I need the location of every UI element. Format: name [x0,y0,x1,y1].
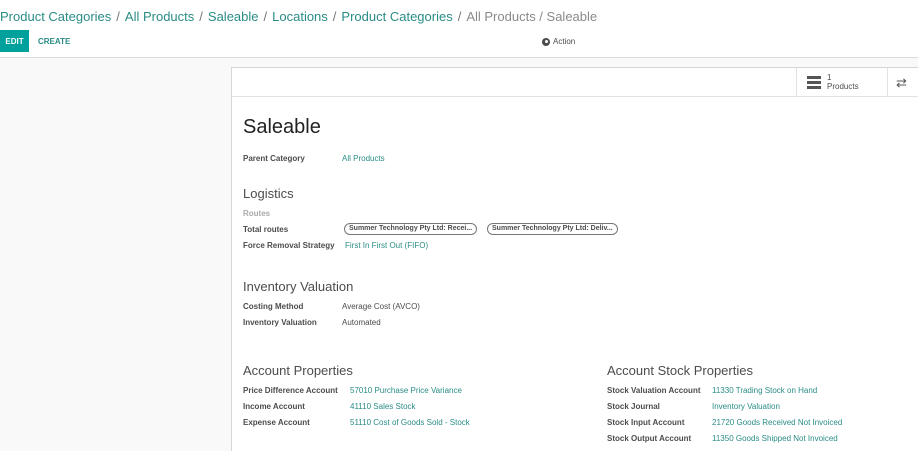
breadcrumb-saleable[interactable]: Saleable [208,9,259,24]
inventory-valuation-label: Inventory Valuation [243,318,317,327]
breadcrumb-separator: / [199,9,203,24]
breadcrumb-separator: / [332,9,337,24]
costing-method-label: Costing Method [243,302,304,311]
breadcrumb-separator: / [457,9,462,24]
control-panel: Product Categories / All Products / Saleable… [0,0,918,58]
expense-account-label: Expense Account [243,418,310,427]
logistics-heading: Logistics [243,186,294,201]
edit-button[interactable]: EDIT [0,30,29,52]
products-stat-button[interactable]: 1 Products [796,68,888,96]
breadcrumb-current: All Products / Saleable [466,9,598,24]
income-account-value[interactable]: 41110 Sales Stock [350,402,416,411]
stock-output-account-label: Stock Output Account [607,434,692,443]
breadcrumb-separator: / [116,9,120,24]
income-account-label: Income Account [243,402,305,411]
button-box: 1 Products ⇄ [232,68,918,97]
stock-valuation-account-label: Stock Valuation Account [607,386,701,395]
action-menu[interactable]: Action [542,37,575,46]
removal-strategy-value[interactable]: First In First Out (FIFO) [345,241,428,250]
record-title: Saleable [243,116,321,138]
price-difference-account-label: Price Difference Account [243,386,338,395]
products-count: 1 [827,73,832,82]
action-label: Action [553,37,576,46]
inventory-valuation-value: Automated [342,318,381,327]
price-difference-account-value[interactable]: 57010 Purchase Price Variance [350,386,462,395]
stock-output-account-value[interactable]: 11350 Goods Shipped Not Invoiced [712,434,838,443]
form-sheet: 1 Products ⇄ Saleable Parent Category Al… [231,67,918,451]
create-button[interactable]: CREATE [38,37,70,46]
expense-account-value[interactable]: 51110 Cost of Goods Sold - Stock [350,418,470,427]
breadcrumb-product-categories-2[interactable]: Product Categories [341,9,452,24]
routes-label: Routes [243,209,271,218]
breadcrumb: Product Categories / All Products / Saleable… [0,9,597,24]
removal-strategy-label: Force Removal Strategy [243,241,335,250]
products-label: Products [827,82,859,91]
costing-method-value: Average Cost (AVCO) [342,302,420,311]
list-icon [807,75,821,89]
shuffle-icon[interactable]: ⇄ [896,76,907,89]
stock-input-account-label: Stock Input Account [607,418,685,427]
breadcrumb-all-products[interactable]: All Products [125,9,194,24]
parent-category-value[interactable]: All Products [342,154,385,163]
stock-journal-label: Stock Journal [607,402,660,411]
breadcrumb-product-categories[interactable]: Product Categories [0,9,111,24]
route-tag[interactable]: Summer Technology Pty Ltd: Recei... [344,223,478,235]
parent-category-label: Parent Category [243,154,305,163]
stock-journal-value[interactable]: Inventory Valuation [712,402,780,411]
gear-icon [542,37,550,46]
breadcrumb-separator: / [263,9,268,24]
breadcrumb-locations[interactable]: Locations [272,9,328,24]
total-routes-label: Total routes [243,225,289,234]
inventory-valuation-heading: Inventory Valuation [243,279,354,294]
stock-input-account-value[interactable]: 21720 Goods Received Not Invoiced [712,418,842,427]
route-tag[interactable]: Summer Technology Pty Ltd: Deliv... [487,223,618,235]
account-properties-heading: Account Properties [243,363,353,378]
account-stock-properties-heading: Account Stock Properties [607,363,753,378]
stock-valuation-account-value[interactable]: 11330 Trading Stock on Hand [712,386,817,395]
